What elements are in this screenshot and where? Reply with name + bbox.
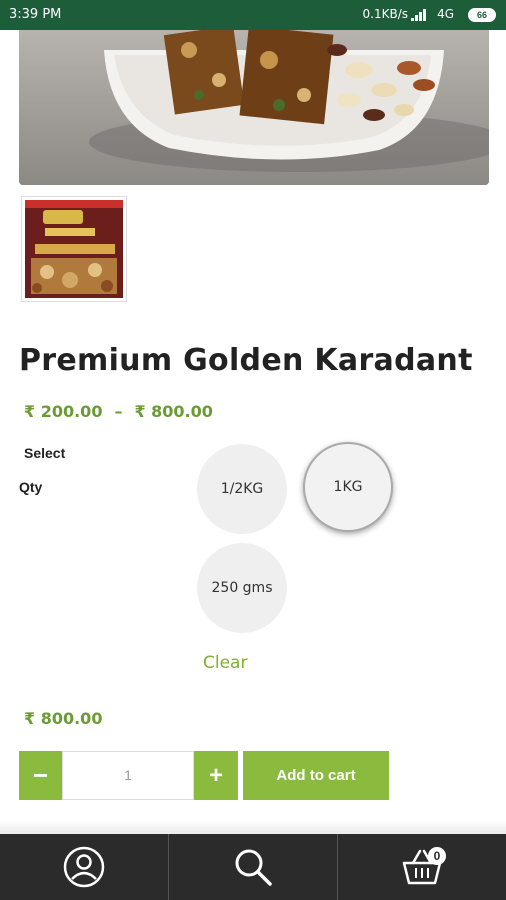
- nav-shadow: [0, 820, 506, 834]
- battery-icon: 66: [468, 8, 496, 22]
- selected-price: ₹ 800.00: [24, 709, 103, 728]
- product-thumbnail[interactable]: [21, 196, 127, 302]
- nav-cart[interactable]: [338, 834, 506, 900]
- status-bar: 3:39 PM 0.1KB/s 4G 66: [0, 0, 506, 30]
- cart-count-badge: 0: [428, 847, 446, 865]
- product-title: Premium Golden Karadant: [19, 343, 473, 378]
- bottom-nav: [0, 834, 506, 900]
- price-range: ₹ 200.00– ₹ 800.00: [24, 402, 213, 421]
- variation-option-1kg[interactable]: 1KG: [303, 442, 393, 532]
- quantity-input[interactable]: 1: [62, 751, 194, 800]
- signal-icon: [411, 9, 426, 21]
- network-type: 4G: [437, 7, 454, 21]
- add-to-cart-button[interactable]: Add to cart: [243, 751, 389, 800]
- status-time: 3:39 PM: [9, 7, 62, 22]
- increase-quantity-button[interactable]: +: [194, 751, 238, 800]
- thumbnail-image: [25, 200, 123, 298]
- clear-selection-link[interactable]: Clear: [203, 653, 247, 673]
- account-icon: [63, 846, 105, 888]
- qty-label: Qty: [19, 479, 43, 495]
- decrease-quantity-button[interactable]: −: [19, 751, 62, 800]
- product-photo: [19, 30, 489, 185]
- select-label: Select: [24, 445, 66, 461]
- price-separator: –: [114, 402, 123, 421]
- package-illustration: [25, 200, 123, 298]
- nav-search[interactable]: [169, 834, 338, 900]
- nav-account[interactable]: [0, 834, 169, 900]
- price-min: ₹ 200.00: [24, 402, 103, 421]
- variation-option-half-kg[interactable]: 1/2KG: [197, 444, 287, 534]
- network-speed: 0.1KB/s: [362, 7, 408, 21]
- search-icon: [235, 849, 272, 886]
- price-max: ₹ 800.00: [134, 402, 213, 421]
- variation-option-250gms[interactable]: 250 gms: [197, 543, 287, 633]
- product-main-image[interactable]: [19, 30, 489, 185]
